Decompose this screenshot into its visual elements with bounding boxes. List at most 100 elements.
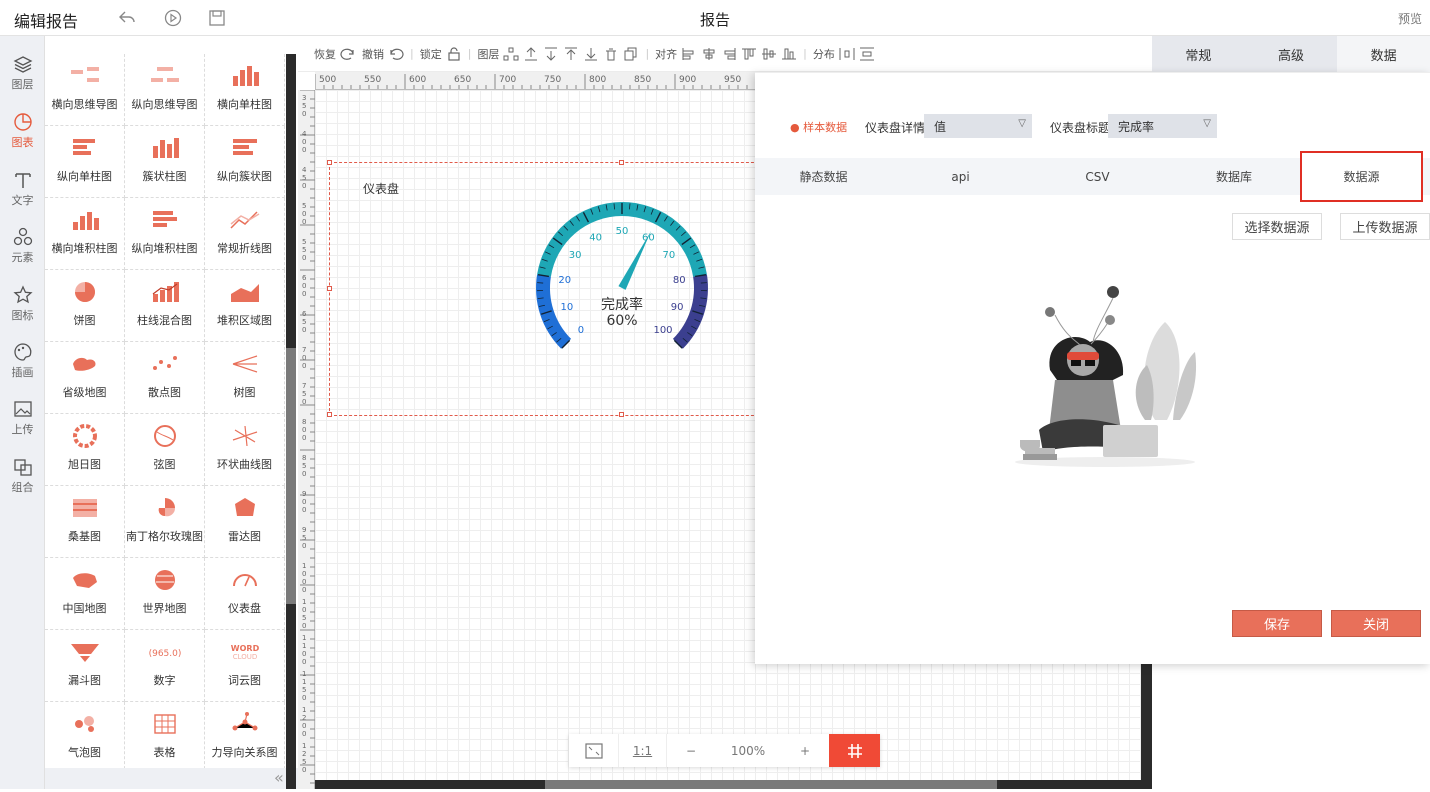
delete-icon[interactable] bbox=[603, 47, 619, 61]
chart-type-item[interactable]: 饼图 bbox=[45, 270, 125, 342]
preview-link[interactable]: 预览 bbox=[1398, 10, 1422, 27]
tab-data[interactable]: 数据 bbox=[1337, 36, 1430, 72]
tab-advanced[interactable]: 高级 bbox=[1245, 36, 1338, 72]
chart-type-item[interactable]: 桑基图 bbox=[45, 486, 125, 558]
chart-type-item[interactable]: 力导向关系图 bbox=[205, 702, 285, 768]
tab-database[interactable]: 数据库 bbox=[1166, 158, 1302, 195]
resize-handle[interactable] bbox=[619, 412, 624, 417]
chart-type-item[interactable]: 雷达图 bbox=[205, 486, 285, 558]
svg-text:1: 1 bbox=[302, 706, 306, 714]
svg-text:0: 0 bbox=[302, 218, 306, 226]
collapse-icon[interactable]: « bbox=[274, 768, 284, 787]
save-button[interactable]: 保存 bbox=[1232, 610, 1322, 637]
chart-type-label: 常规折线图 bbox=[205, 240, 284, 256]
svg-text:1: 1 bbox=[302, 598, 306, 606]
align-left-icon[interactable] bbox=[681, 47, 697, 61]
chart-type-label: 表格 bbox=[125, 744, 204, 760]
chart-type-item[interactable]: 纵向堆积柱图 bbox=[125, 198, 205, 270]
resize-handle[interactable] bbox=[327, 160, 332, 165]
send-backward-icon[interactable] bbox=[543, 47, 559, 61]
chart-type-item[interactable]: 簇状柱图 bbox=[125, 126, 205, 198]
vertical-ruler: 3504004505005506006507007508008509009501… bbox=[298, 90, 315, 789]
tab-api[interactable]: api bbox=[892, 158, 1029, 195]
close-button[interactable]: 关闭 bbox=[1331, 610, 1421, 637]
chart-type-item[interactable]: 省级地图 bbox=[45, 342, 125, 414]
ruler-label: 700 bbox=[499, 75, 516, 85]
tab-datasource[interactable]: 数据源 bbox=[1300, 151, 1423, 202]
chart-type-item[interactable]: (965.0)数字 bbox=[125, 630, 205, 702]
chart-type-icon-wrap bbox=[205, 276, 284, 308]
chart-type-item[interactable]: 漏斗图 bbox=[45, 630, 125, 702]
chart-type-label: 纵向单柱图 bbox=[45, 168, 124, 184]
chart-type-item[interactable]: 横向堆积柱图 bbox=[45, 198, 125, 270]
chart-type-item[interactable]: 世界地图 bbox=[125, 558, 205, 630]
align-right-icon[interactable] bbox=[721, 47, 737, 61]
bring-forward-icon[interactable] bbox=[523, 47, 539, 61]
chart-type-item[interactable]: 纵向思维导图 bbox=[125, 54, 205, 126]
resize-handle[interactable] bbox=[327, 412, 332, 417]
zoom-out-button[interactable]: − bbox=[667, 734, 715, 767]
align-center-h-icon[interactable] bbox=[701, 47, 717, 61]
chart-type-item[interactable]: 堆积区域图 bbox=[205, 270, 285, 342]
grid-toggle-button[interactable] bbox=[829, 734, 880, 767]
resize-handle[interactable] bbox=[327, 286, 332, 291]
chart-type-item[interactable]: 南丁格尔玫瑰图 bbox=[125, 486, 205, 558]
resize-handle[interactable] bbox=[619, 160, 624, 165]
layer-tree-icon[interactable] bbox=[503, 47, 519, 61]
sample-data-label[interactable]: ● 样本数据 bbox=[790, 119, 847, 135]
upload-datasource-button[interactable]: 上传数据源 bbox=[1340, 213, 1430, 240]
svg-text:1: 1 bbox=[302, 678, 306, 686]
tab-csv[interactable]: CSV bbox=[1029, 158, 1166, 195]
detail-select-value: 值 bbox=[934, 118, 946, 135]
chart-type-item[interactable]: 柱线混合图 bbox=[125, 270, 205, 342]
fit-screen-button[interactable] bbox=[569, 734, 619, 767]
chart-type-item[interactable]: 树图 bbox=[205, 342, 285, 414]
distribute-v-icon[interactable] bbox=[859, 47, 875, 61]
chart-type-item[interactable]: 中国地图 bbox=[45, 558, 125, 630]
nav-illustrations[interactable]: 插画 bbox=[0, 336, 45, 392]
send-to-back-icon[interactable] bbox=[583, 47, 599, 61]
select-datasource-button[interactable]: 选择数据源 bbox=[1232, 213, 1322, 240]
lock-button[interactable]: 锁定 bbox=[420, 46, 462, 62]
chart-type-item[interactable]: WORDCLOUD词云图 bbox=[205, 630, 285, 702]
palette-scrollbar-thumb[interactable] bbox=[286, 348, 296, 604]
svg-text:0: 0 bbox=[302, 650, 306, 658]
chart-type-item[interactable]: 横向思维导图 bbox=[45, 54, 125, 126]
chart-type-item[interactable]: 散点图 bbox=[125, 342, 205, 414]
bring-to-front-icon[interactable] bbox=[563, 47, 579, 61]
ruler-label: 500 bbox=[302, 202, 306, 226]
chart-type-item[interactable]: 旭日图 bbox=[45, 414, 125, 486]
chart-type-item[interactable]: 表格 bbox=[125, 702, 205, 768]
align-middle-icon[interactable] bbox=[761, 47, 777, 61]
nav-icons[interactable]: 图标 bbox=[0, 279, 45, 335]
chart-type-item[interactable]: 气泡图 bbox=[45, 702, 125, 768]
undo-button[interactable]: 撤销 bbox=[362, 46, 404, 62]
nav-group[interactable]: 组合 bbox=[0, 451, 45, 507]
nav-charts[interactable]: 图表 bbox=[0, 106, 45, 162]
detail-select[interactable]: 值▽ bbox=[924, 114, 1032, 138]
chart-type-item[interactable]: 仪表盘 bbox=[205, 558, 285, 630]
copy-icon[interactable] bbox=[623, 47, 639, 61]
nav-layers[interactable]: 图层 bbox=[0, 48, 45, 104]
actual-size-button[interactable]: 1:1 bbox=[619, 734, 667, 767]
chart-type-item[interactable]: 弦图 bbox=[125, 414, 205, 486]
nav-elements[interactable]: 元素 bbox=[0, 221, 45, 277]
chart-type-item[interactable]: 纵向簇状图 bbox=[205, 126, 285, 198]
distribute-h-icon[interactable] bbox=[839, 47, 855, 61]
title-select[interactable]: 完成率▽ bbox=[1108, 114, 1217, 138]
chart-type-item[interactable]: 纵向单柱图 bbox=[45, 126, 125, 198]
svg-text:5: 5 bbox=[302, 102, 306, 110]
align-top-icon[interactable] bbox=[741, 47, 757, 61]
chart-type-item[interactable]: 环状曲线图 bbox=[205, 414, 285, 486]
redo-button[interactable]: 恢复 bbox=[314, 46, 356, 62]
chart-type-item[interactable]: 常规折线图 bbox=[205, 198, 285, 270]
chart-type-item[interactable]: 横向单柱图 bbox=[205, 54, 285, 126]
svg-text:1: 1 bbox=[302, 642, 306, 650]
nav-upload[interactable]: 上传 bbox=[0, 393, 45, 449]
align-bottom-icon[interactable] bbox=[781, 47, 797, 61]
canvas-scrollbar-thumb[interactable] bbox=[545, 780, 997, 789]
tab-static-data[interactable]: 静态数据 bbox=[755, 158, 892, 195]
nav-text[interactable]: 文字 bbox=[0, 164, 45, 220]
tab-general[interactable]: 常规 bbox=[1152, 36, 1245, 72]
zoom-in-button[interactable]: + bbox=[781, 734, 829, 767]
